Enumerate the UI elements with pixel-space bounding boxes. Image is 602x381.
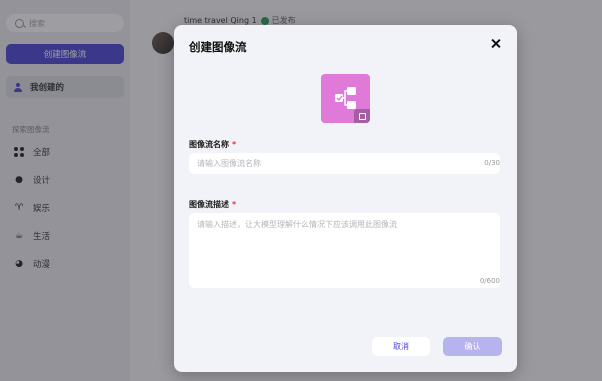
description-label-text: 图像流描述 [189, 200, 229, 209]
edit-icon[interactable] [354, 109, 370, 123]
name-label: 图像流名称 * [189, 139, 236, 150]
create-image-flow-dialog: 创建图像流 图像流名称* 0/30 图像流描述* 0/600 取消 确认 [174, 25, 517, 372]
name-input[interactable] [189, 153, 500, 174]
name-char-counter: 0/30 [484, 159, 500, 167]
close-icon[interactable] [490, 38, 502, 50]
name-label-text: 图像流名称 [189, 140, 229, 149]
required-mark: * [232, 140, 237, 149]
description-input[interactable] [189, 213, 500, 288]
cancel-button[interactable]: 取消 [372, 337, 430, 356]
dialog-title: 创建图像流 [189, 40, 247, 54]
description-char-counter: 0/600 [479, 277, 500, 285]
image-flow-avatar[interactable] [321, 74, 370, 123]
description-label: 图像流描述 * [189, 199, 236, 210]
confirm-button[interactable]: 确认 [443, 337, 502, 356]
required-mark: * [232, 200, 237, 209]
workflow-icon [335, 87, 356, 109]
